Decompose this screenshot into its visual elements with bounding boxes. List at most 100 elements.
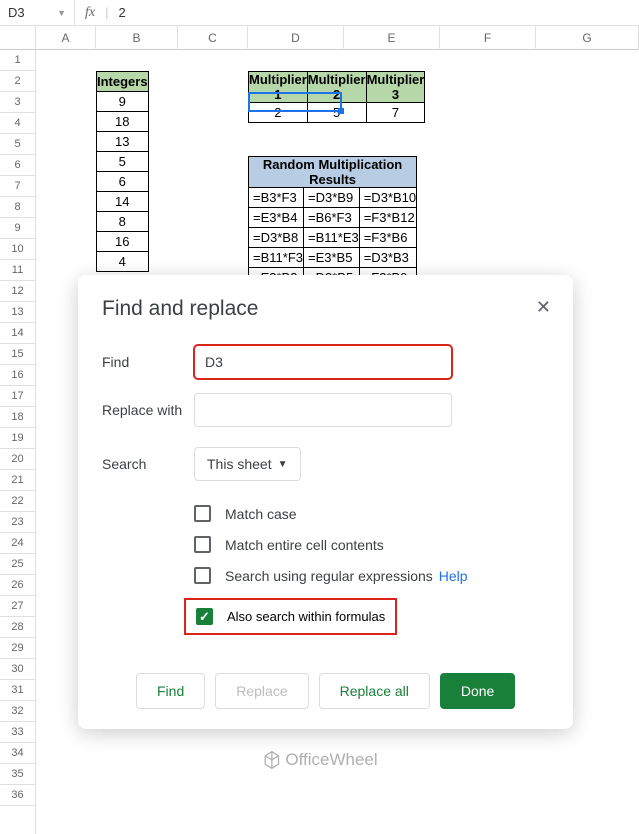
row-header-13[interactable]: 13 [0,302,35,323]
table-cell[interactable]: =F3*B6 [359,228,416,248]
table-cell[interactable]: =B3*F3 [249,188,304,208]
table-cell[interactable]: 16 [97,232,149,252]
checkbox-icon[interactable] [194,536,211,553]
table-cell[interactable]: =D3*B8 [249,228,304,248]
table-cell[interactable]: =F3*B12 [359,208,416,228]
row-header-9[interactable]: 9 [0,218,35,239]
row-header-25[interactable]: 25 [0,554,35,575]
row-header-17[interactable]: 17 [0,386,35,407]
table-cell[interactable]: =D3*B10 [359,188,416,208]
done-button[interactable]: Done [440,673,515,709]
row-header-5[interactable]: 5 [0,134,35,155]
row-header-30[interactable]: 30 [0,659,35,680]
search-label: Search [102,456,194,472]
row-header-24[interactable]: 24 [0,533,35,554]
match-case-label: Match case [225,506,297,522]
table-cell[interactable]: =E3*B4 [249,208,304,228]
checkbox-icon[interactable] [194,505,211,522]
row-header-1[interactable]: 1 [0,50,35,71]
table-cell[interactable]: =D3*B9 [304,188,360,208]
row-header-34[interactable]: 34 [0,743,35,764]
integers-header[interactable]: Integers [97,72,149,92]
col-header-E[interactable]: E [344,26,440,50]
formula-bar: D3 ▼ fx | 2 [0,0,639,26]
col-header-D[interactable]: D [248,26,344,50]
find-button[interactable]: Find [136,673,205,709]
table-cell[interactable]: 5 [97,152,149,172]
row-header-6[interactable]: 6 [0,155,35,176]
table-cell[interactable]: 5 [307,103,366,123]
find-label: Find [102,354,194,370]
select-all-cell[interactable] [0,26,36,50]
table-cell[interactable]: 6 [97,172,149,192]
row-header-26[interactable]: 26 [0,575,35,596]
search-scope-dropdown[interactable]: This sheet ▼ [194,447,301,481]
checkbox-checked-icon[interactable] [196,608,213,625]
multiplier-header[interactable]: Multiplier 2 [307,72,366,103]
row-header-28[interactable]: 28 [0,617,35,638]
row-header-35[interactable]: 35 [0,764,35,785]
table-cell[interactable]: =B11*E3 [304,228,360,248]
match-entire-row[interactable]: Match entire cell contents [194,536,549,553]
results-header[interactable]: Random Multiplication Results [249,157,417,188]
find-input[interactable] [194,345,452,379]
row-header-10[interactable]: 10 [0,239,35,260]
row-header-11[interactable]: 11 [0,260,35,281]
table-cell[interactable]: 14 [97,192,149,212]
formula-value[interactable]: 2 [109,5,136,20]
row-header-2[interactable]: 2 [0,71,35,92]
multiplier-header[interactable]: Multiplier 1 [249,72,308,103]
row-header-21[interactable]: 21 [0,470,35,491]
table-cell[interactable]: =D3*B3 [359,248,416,268]
row-header-18[interactable]: 18 [0,407,35,428]
table-cell[interactable]: 4 [97,252,149,272]
table-cell[interactable]: 18 [97,112,149,132]
table-cell[interactable]: =B6*F3 [304,208,360,228]
col-header-F[interactable]: F [440,26,536,50]
row-header-16[interactable]: 16 [0,365,35,386]
col-header-C[interactable]: C [178,26,248,50]
row-header-29[interactable]: 29 [0,638,35,659]
row-header-19[interactable]: 19 [0,428,35,449]
row-header-15[interactable]: 15 [0,344,35,365]
table-cell[interactable]: 9 [97,92,149,112]
row-header-20[interactable]: 20 [0,449,35,470]
regex-row[interactable]: Search using regular expressions Help [194,567,549,584]
row-header-3[interactable]: 3 [0,92,35,113]
replace-label: Replace with [102,402,194,418]
col-header-A[interactable]: A [36,26,96,50]
col-header-B[interactable]: B [96,26,178,50]
table-cell[interactable]: 8 [97,212,149,232]
within-formulas-row[interactable]: Also search within formulas [184,598,397,635]
match-case-row[interactable]: Match case [194,505,549,522]
multiplier-header[interactable]: Multiplier 3 [366,72,425,103]
col-header-G[interactable]: G [536,26,639,50]
row-header-14[interactable]: 14 [0,323,35,344]
table-cell[interactable]: 7 [366,103,425,123]
row-header-12[interactable]: 12 [0,281,35,302]
row-header-22[interactable]: 22 [0,491,35,512]
within-formulas-label: Also search within formulas [227,609,385,624]
row-header-33[interactable]: 33 [0,722,35,743]
close-icon[interactable]: ✕ [536,297,551,318]
row-header-31[interactable]: 31 [0,680,35,701]
help-link[interactable]: Help [439,568,468,584]
replace-input[interactable] [194,393,452,427]
row-header-32[interactable]: 32 [0,701,35,722]
cell-name-box[interactable]: D3 ▼ [0,0,75,25]
column-headers: A B C D E F G [0,26,639,50]
chevron-down-icon[interactable]: ▼ [57,8,66,18]
row-header-23[interactable]: 23 [0,512,35,533]
row-header-36[interactable]: 36 [0,785,35,806]
row-header-7[interactable]: 7 [0,176,35,197]
row-header-4[interactable]: 4 [0,113,35,134]
checkbox-icon[interactable] [194,567,211,584]
replace-button[interactable]: Replace [215,673,308,709]
row-header-8[interactable]: 8 [0,197,35,218]
table-cell[interactable]: 2 [249,103,308,123]
table-cell[interactable]: =E3*B5 [304,248,360,268]
table-cell[interactable]: =B11*F3 [249,248,304,268]
row-header-27[interactable]: 27 [0,596,35,617]
replace-all-button[interactable]: Replace all [319,673,430,709]
table-cell[interactable]: 13 [97,132,149,152]
